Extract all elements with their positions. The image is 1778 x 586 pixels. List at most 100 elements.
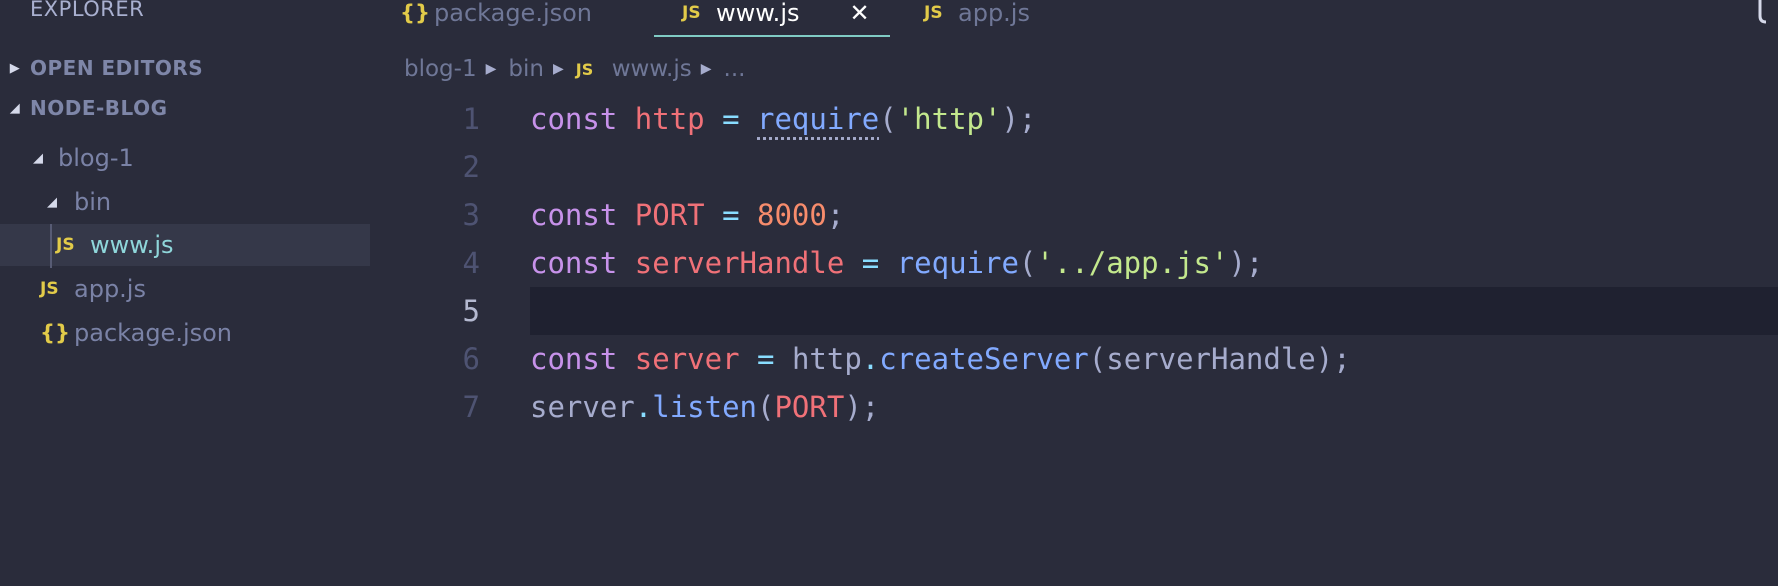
chevron-right-icon: ▶ <box>700 61 712 77</box>
tree-folder-bin[interactable]: ◢ bin <box>0 181 370 223</box>
code-token: ( <box>1088 342 1107 376</box>
code-token: 'http' <box>896 102 1002 136</box>
chevron-right-icon: ▶ <box>9 60 21 76</box>
code-text[interactable]: const PORT = 8000; <box>530 191 1778 239</box>
section-node-blog[interactable]: ◢ NODE-BLOG <box>0 93 168 123</box>
tree-folder-blog-1[interactable]: ◢ blog-1 <box>0 137 370 179</box>
editor-window: EXPLORER ▶ OPEN EDITORS ◢ NODE-BLOG ◢ bl… <box>0 0 1778 586</box>
code-line[interactable]: 3 const PORT = 8000; <box>370 191 1778 239</box>
code-token: http <box>634 102 705 136</box>
code-token: ); <box>844 390 880 424</box>
code-line[interactable]: 5 <box>370 287 1778 335</box>
tab-bar: {} package.json JS www.js ✕ JS app.js <box>370 0 1778 46</box>
chevron-right-icon: ▶ <box>485 61 497 77</box>
tab-app-js[interactable]: JS app.js <box>924 0 1030 35</box>
code-token: createServer <box>879 342 1089 376</box>
section-open-editors[interactable]: ▶ OPEN EDITORS <box>0 53 203 83</box>
line-number: 4 <box>462 246 480 280</box>
tree-label: www.js <box>90 231 174 259</box>
tree-file-app-js[interactable]: JS app.js <box>0 268 370 310</box>
tree-label: bin <box>74 188 112 216</box>
line-number: 2 <box>462 150 480 184</box>
code-token: = <box>844 246 897 280</box>
js-file-icon: JS <box>56 235 75 255</box>
code-token: serverHandle <box>634 246 845 280</box>
breadcrumb-item[interactable]: bin <box>508 56 544 82</box>
code-token: = <box>739 342 792 376</box>
code-token: server <box>634 342 740 376</box>
code-text[interactable]: const serverHandle = require('../app.js'… <box>530 239 1778 287</box>
code-line[interactable]: 4 const serverHandle = require('../app.js… <box>370 239 1778 287</box>
code-text[interactable]: const http = require('http'); <box>530 95 1778 143</box>
code-token: serverHandle <box>1106 342 1316 376</box>
code-token: const <box>530 198 618 232</box>
chevron-down-icon: ◢ <box>9 100 21 116</box>
code-token: ( <box>757 390 775 424</box>
code-token: require <box>896 246 1019 280</box>
code-token: = <box>704 198 758 232</box>
tree-file-package-json[interactable]: {} package.json <box>0 312 370 354</box>
code-text[interactable] <box>530 287 1778 335</box>
json-file-icon: {} <box>40 321 70 345</box>
tab-label: app.js <box>958 0 1030 27</box>
breadcrumb-item[interactable]: www.js <box>612 56 692 82</box>
code-text[interactable]: const server = http. createServer(serverH… <box>530 335 1778 383</box>
line-number: 1 <box>462 102 480 136</box>
tree-file-www-js[interactable]: JS www.js <box>0 224 370 266</box>
indent-guide <box>50 224 52 268</box>
breadcrumb: blog-1 ▶ bin ▶ JS www.js ▶ ... <box>404 52 745 86</box>
split-editor-icon[interactable] <box>1756 0 1778 26</box>
code-token: const <box>530 102 618 136</box>
code-token: '../app.js' <box>1036 246 1229 280</box>
chevron-down-icon: ◢ <box>47 194 57 210</box>
code-token: 8000 <box>757 198 827 232</box>
breadcrumb-item[interactable]: ... <box>724 56 746 82</box>
tab-label: www.js <box>716 0 800 27</box>
breadcrumb-item[interactable]: blog-1 <box>404 56 477 82</box>
code-token: listen <box>652 390 757 424</box>
code-token: const <box>530 246 618 280</box>
tree-label: blog-1 <box>58 144 134 172</box>
line-number: 3 <box>462 198 480 232</box>
explorer-title: EXPLORER <box>30 0 145 21</box>
code-token: PORT <box>634 198 705 232</box>
code-token: const <box>530 342 618 376</box>
json-file-icon: {} <box>400 1 430 25</box>
js-file-icon: JS <box>924 3 943 23</box>
js-file-icon: JS <box>682 3 701 23</box>
js-file-icon: JS <box>40 279 59 299</box>
code-line[interactable]: 1 const http = require('http'); <box>370 95 1778 143</box>
js-file-icon: JS <box>575 59 594 79</box>
code-token: . <box>634 390 653 424</box>
code-line[interactable]: 7 server. listen(PORT); <box>370 383 1778 431</box>
tab-www-js[interactable]: JS www.js ✕ <box>654 0 890 37</box>
code-token: ); <box>1001 102 1037 136</box>
close-icon[interactable]: ✕ <box>849 0 869 27</box>
tab-package-json[interactable]: {} package.json <box>400 0 592 35</box>
code-token: ); <box>1228 246 1264 280</box>
code-token: require <box>757 102 880 136</box>
tree-label: app.js <box>74 275 146 303</box>
code-token: http <box>791 342 862 376</box>
section-label: OPEN EDITORS <box>30 56 204 80</box>
code-token: PORT <box>774 390 845 424</box>
tab-label: package.json <box>434 0 593 27</box>
tree-label: package.json <box>74 319 233 347</box>
code-token: ; <box>826 198 845 232</box>
code-token: = <box>704 102 758 136</box>
code-text[interactable]: server. listen(PORT); <box>530 383 1778 431</box>
code-line[interactable]: 2 <box>370 143 1778 191</box>
line-number: 6 <box>462 342 480 376</box>
chevron-right-icon: ▶ <box>552 61 564 77</box>
code-token: . <box>861 342 880 376</box>
code-editor[interactable]: 1 const http = require('http'); 2 3 const PO… <box>370 95 1778 586</box>
code-token: ); <box>1315 342 1351 376</box>
line-number: 7 <box>462 390 480 424</box>
line-number: 5 <box>462 294 480 328</box>
code-text[interactable] <box>530 143 1778 191</box>
code-line[interactable]: 6 const server = http. createServer(server… <box>370 335 1778 383</box>
explorer-sidebar: EXPLORER ▶ OPEN EDITORS ◢ NODE-BLOG ◢ bl… <box>0 0 370 586</box>
